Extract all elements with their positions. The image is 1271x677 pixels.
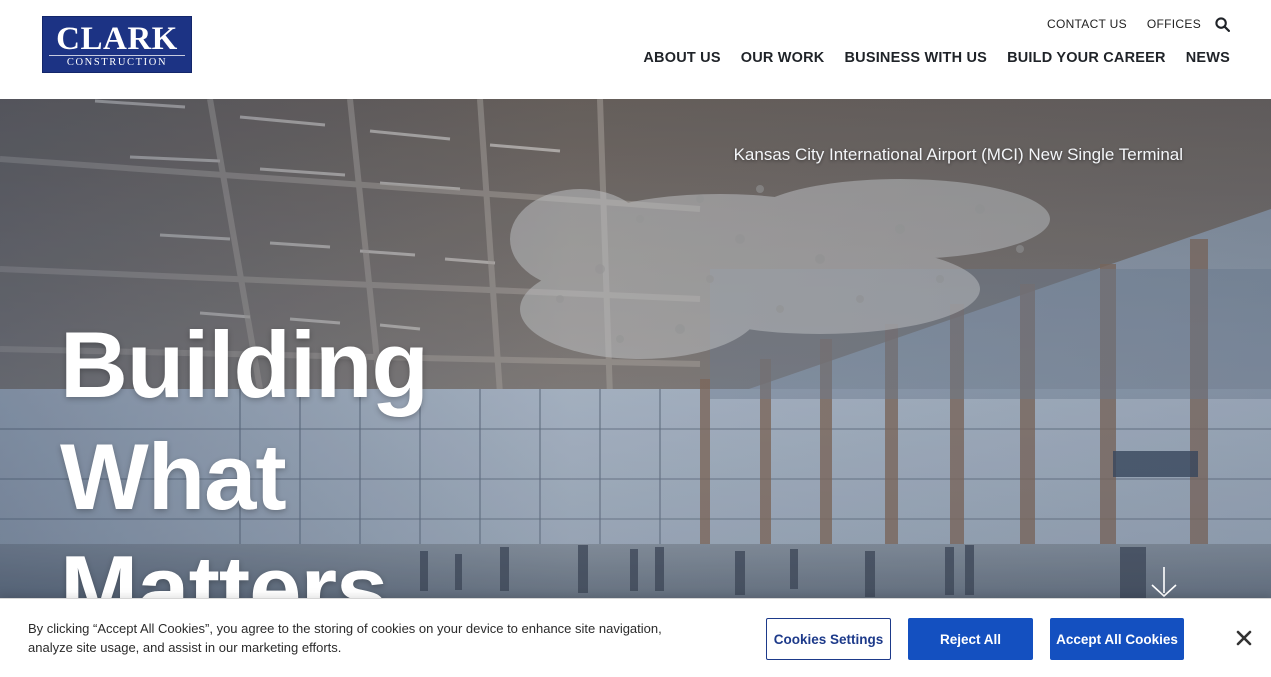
headline-line-3: Matters xyxy=(60,536,388,599)
clark-logo[interactable]: CLARK CONSTRUCTION xyxy=(42,16,192,73)
close-icon xyxy=(1236,630,1252,646)
logo-wordmark: CLARK xyxy=(56,21,178,57)
hero-headline: Building What Matters xyxy=(60,309,429,599)
search-button[interactable] xyxy=(1213,15,1231,33)
cookies-settings-button[interactable]: Cookies Settings xyxy=(766,618,891,660)
nav-about-us[interactable]: ABOUT US xyxy=(643,49,720,67)
hero-caption: Kansas City International Airport (MCI) … xyxy=(733,145,1183,164)
nav-news[interactable]: NEWS xyxy=(1186,49,1230,67)
site-header: CLARK CONSTRUCTION CONTACT US OFFICES AB… xyxy=(0,0,1271,99)
utility-nav: CONTACT US OFFICES xyxy=(1027,15,1231,33)
close-banner-button[interactable] xyxy=(1234,628,1254,648)
search-icon xyxy=(1214,16,1230,32)
nav-our-work[interactable]: OUR WORK xyxy=(741,49,825,67)
logo-subtitle: CONSTRUCTION xyxy=(66,57,168,68)
scroll-down-button[interactable] xyxy=(1148,565,1180,599)
headline-line-1: Building xyxy=(60,312,429,417)
arrow-down-icon xyxy=(1151,567,1177,598)
nav-build-your-career[interactable]: BUILD YOUR CAREER xyxy=(1007,49,1166,67)
offices-link[interactable]: OFFICES xyxy=(1147,16,1201,32)
cookie-notice-text: By clicking “Accept All Cookies”, you ag… xyxy=(28,621,662,655)
hero-banner: Kansas City International Airport (MCI) … xyxy=(0,99,1271,599)
logo-divider xyxy=(49,55,185,56)
main-nav: ABOUT US OUR WORK BUSINESS WITH US BUILD… xyxy=(623,49,1230,67)
reject-all-button[interactable]: Reject All xyxy=(908,618,1033,660)
cookie-consent-banner: By clicking “Accept All Cookies”, you ag… xyxy=(0,598,1271,677)
contact-us-link[interactable]: CONTACT US xyxy=(1047,16,1127,32)
accept-all-cookies-button[interactable]: Accept All Cookies xyxy=(1050,618,1184,660)
nav-business-with-us[interactable]: BUSINESS WITH US xyxy=(844,49,987,67)
headline-line-2: What xyxy=(60,424,287,529)
